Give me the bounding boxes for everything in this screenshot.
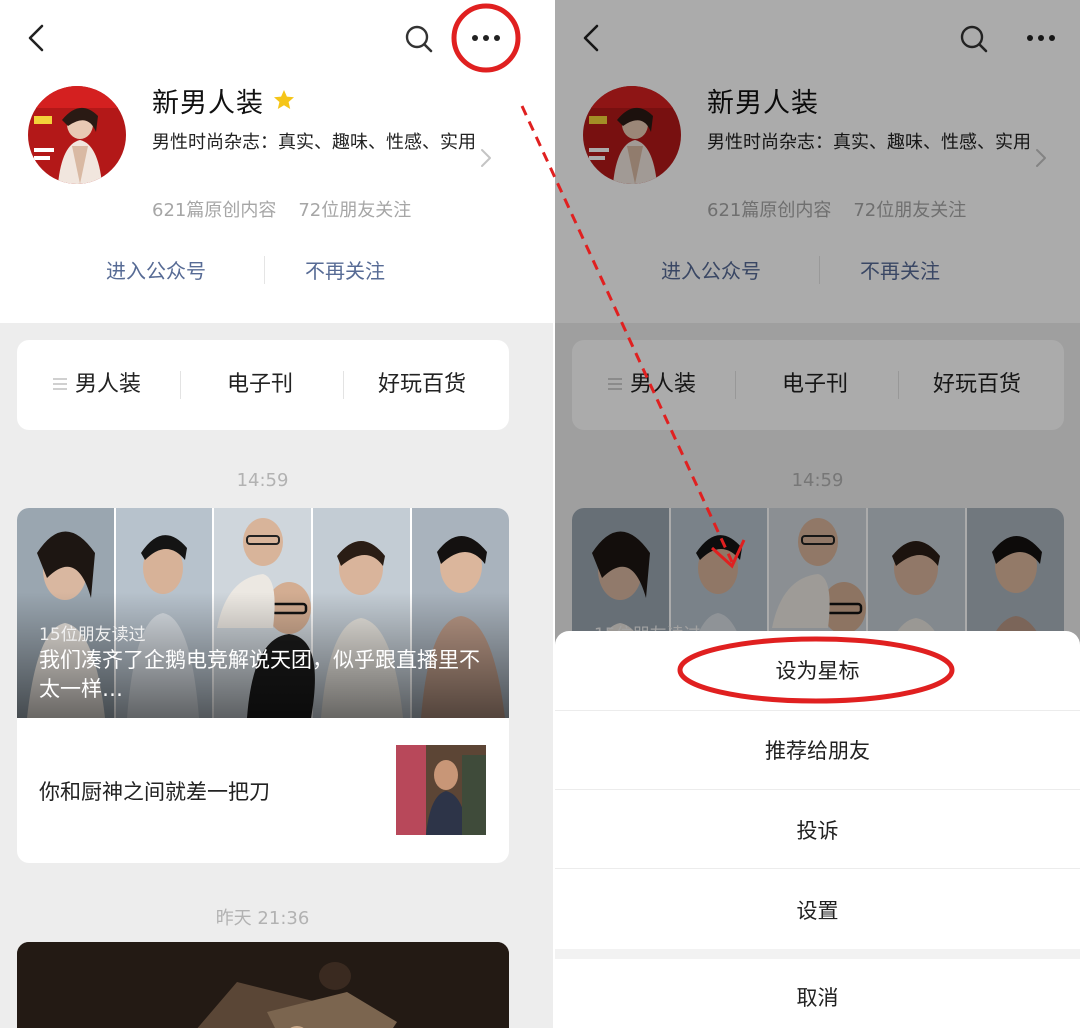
menu-tabs: 男人装 电子刊 好玩百货 <box>17 340 509 430</box>
tab-nanrenzhuang[interactable]: 男人装 <box>75 340 141 430</box>
enter-account-button[interactable]: 进入公众号 <box>106 248 206 294</box>
friends-following: 72位朋友关注 <box>298 200 412 221</box>
sub-article-thumbnail <box>396 745 486 835</box>
account-stats: 621篇原创内容 72位朋友关注 <box>152 196 411 222</box>
action-divider <box>264 256 265 284</box>
account-name: 新男人装 <box>152 87 264 119</box>
tab-ezine[interactable]: 电子刊 <box>227 340 293 430</box>
tab-divider <box>180 371 181 399</box>
action-row: 进入公众号 不再关注 <box>0 248 553 294</box>
settings-option[interactable]: 设置 <box>555 895 1080 925</box>
article-card[interactable]: 15位朋友读过 我们凑齐了企鹅电竞解说天团，似乎跟直播里不太一样… 你和厨神之间… <box>17 508 509 863</box>
sub-article-title[interactable]: 你和厨神之间就差一把刀 <box>39 776 270 806</box>
right-screen: 新男人装 男性时尚杂志：真实、趣味、性感、实用 621篇原创内容 72位朋友关注 … <box>555 0 1080 1028</box>
account-name-row: 新男人装 <box>152 80 296 120</box>
friends-read-count: 15位朋友读过 <box>39 625 146 645</box>
cancel-option[interactable]: 取消 <box>555 982 1080 1012</box>
account-description: 男性时尚杂志：真实、趣味、性感、实用 <box>152 132 476 153</box>
timestamp: 14:59 <box>236 470 289 491</box>
chevron-right-icon[interactable] <box>478 147 494 169</box>
sheet-divider <box>555 789 1080 790</box>
more-icon[interactable] <box>466 26 506 50</box>
action-sheet: 设为星标 推荐给朋友 投诉 设置 取消 <box>555 631 1080 1028</box>
menu-lines-icon <box>53 378 67 390</box>
timestamp: 昨天 21:36 <box>215 908 310 929</box>
article-cover-image <box>17 942 509 1028</box>
tab-divider <box>343 371 344 399</box>
sheet-gap <box>555 949 1080 959</box>
search-icon[interactable] <box>402 22 436 56</box>
account-avatar <box>28 86 126 184</box>
sheet-divider <box>555 710 1080 711</box>
star-icon <box>274 90 294 109</box>
report-option[interactable]: 投诉 <box>555 815 1080 845</box>
original-count: 621篇原创内容 <box>152 200 277 221</box>
profile-header: 新男人装 男性时尚杂志：真实、趣味、性感、实用 621篇原创内容 72位朋友关注 … <box>0 0 553 323</box>
recommend-to-friends-option[interactable]: 推荐给朋友 <box>555 735 1080 765</box>
article-card[interactable] <box>17 942 509 1028</box>
set-star-option[interactable]: 设为星标 <box>555 655 1080 685</box>
back-icon[interactable] <box>22 22 54 54</box>
tab-shop[interactable]: 好玩百货 <box>378 340 466 430</box>
sheet-divider <box>555 868 1080 869</box>
left-screen: 新男人装 男性时尚杂志：真实、趣味、性感、实用 621篇原创内容 72位朋友关注 … <box>0 0 553 1028</box>
article-headline[interactable]: 我们凑齐了企鹅电竞解说天团，似乎跟直播里不太一样… <box>39 646 489 704</box>
unfollow-button[interactable]: 不再关注 <box>305 248 385 294</box>
